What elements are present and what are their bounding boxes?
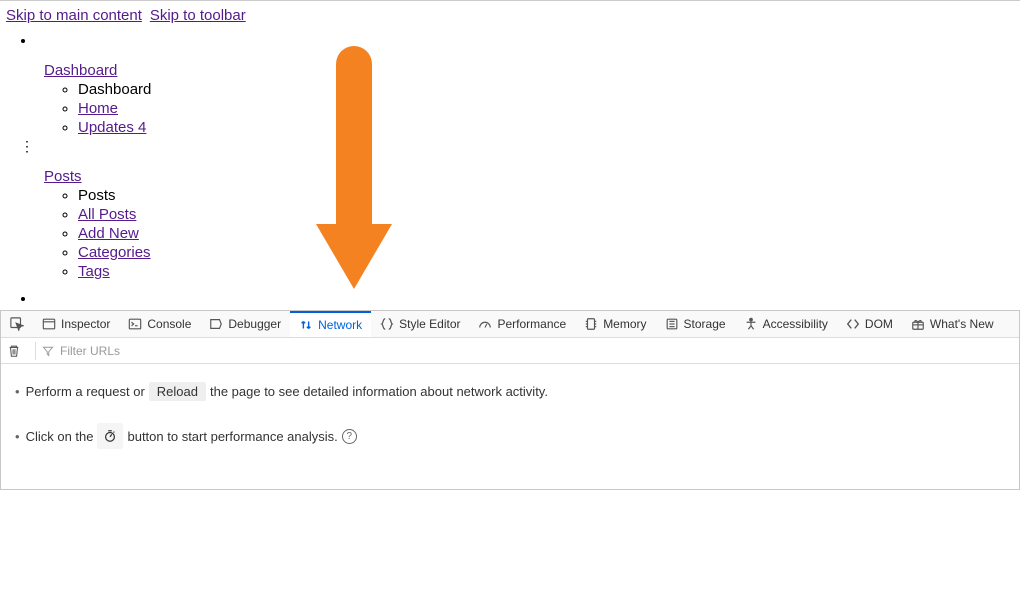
- menu-bullet-2: [36, 290, 1014, 306]
- pick-element-button[interactable]: [1, 311, 33, 337]
- tab-style-editor[interactable]: Style Editor: [371, 311, 469, 337]
- menu-separator-icon: [36, 138, 1014, 166]
- filter-icon: [42, 345, 54, 357]
- home-link[interactable]: Home: [78, 100, 118, 117]
- memory-icon: [584, 317, 598, 331]
- hint-text-2a: Click on the: [26, 429, 94, 444]
- tab-inspector[interactable]: Inspector: [33, 311, 119, 337]
- tab-debugger[interactable]: Debugger: [200, 311, 290, 337]
- menu-bullet: [36, 32, 1014, 48]
- all-posts-link[interactable]: All Posts: [78, 206, 136, 223]
- style-editor-icon: [380, 317, 394, 331]
- console-icon: [128, 317, 142, 331]
- updates-link[interactable]: Updates 4: [78, 119, 146, 136]
- add-new-link[interactable]: Add New: [78, 225, 139, 242]
- performance-icon: [478, 317, 492, 331]
- dashboard-sub-current: Dashboard: [78, 81, 151, 98]
- skip-links: Skip to main content Skip to toolbar: [6, 5, 1014, 30]
- stopwatch-icon: [103, 429, 117, 443]
- devtools-filter-bar: [1, 338, 1019, 364]
- dashboard-section: Dashboard Dashboard Home Updates 4: [44, 62, 1014, 136]
- posts-section: Posts Posts All Posts Add New Categories…: [44, 168, 1014, 280]
- posts-sub-current: Posts: [78, 187, 116, 204]
- filter-urls-input[interactable]: [60, 338, 1013, 363]
- debugger-icon: [209, 317, 223, 331]
- tab-memory[interactable]: Memory: [575, 311, 655, 337]
- tags-link[interactable]: Tags: [78, 263, 110, 280]
- dom-icon: [846, 317, 860, 331]
- bullet-icon: •: [15, 429, 20, 444]
- skip-main-link[interactable]: Skip to main content: [6, 7, 142, 24]
- admin-menu: [36, 32, 1014, 48]
- skip-toolbar-link[interactable]: Skip to toolbar: [150, 7, 246, 24]
- tab-storage[interactable]: Storage: [656, 311, 735, 337]
- start-performance-button[interactable]: [97, 423, 123, 449]
- categories-link[interactable]: Categories: [78, 244, 151, 261]
- bullet-icon: •: [15, 384, 20, 399]
- tab-console[interactable]: Console: [119, 311, 200, 337]
- tab-whats-new[interactable]: What's New: [902, 311, 1003, 337]
- reload-button[interactable]: Reload: [149, 382, 206, 401]
- storage-icon: [665, 317, 679, 331]
- accessibility-icon: [744, 317, 758, 331]
- separator: [35, 342, 36, 360]
- tab-performance[interactable]: Performance: [469, 311, 575, 337]
- devtools-panel: Inspector Console Debugger Network Style…: [0, 310, 1020, 490]
- hint-text-1a: Perform a request or: [26, 384, 145, 399]
- devtools-tabbar: Inspector Console Debugger Network Style…: [1, 311, 1019, 338]
- tab-network[interactable]: Network: [290, 311, 371, 337]
- tab-accessibility[interactable]: Accessibility: [735, 311, 837, 337]
- trash-icon: [7, 344, 21, 358]
- help-icon[interactable]: ?: [342, 429, 357, 444]
- clear-button[interactable]: [7, 344, 29, 358]
- hint-text-1b: the page to see detailed information abo…: [210, 384, 548, 399]
- network-empty-state: • Perform a request or Reload the page t…: [1, 364, 1019, 489]
- gift-icon: [911, 317, 925, 331]
- inspector-icon: [42, 317, 56, 331]
- posts-link[interactable]: Posts: [44, 168, 82, 185]
- network-icon: [299, 318, 313, 332]
- tab-dom[interactable]: DOM: [837, 311, 902, 337]
- dashboard-link[interactable]: Dashboard: [44, 62, 117, 79]
- hint-text-2b: button to start performance analysis.: [127, 429, 337, 444]
